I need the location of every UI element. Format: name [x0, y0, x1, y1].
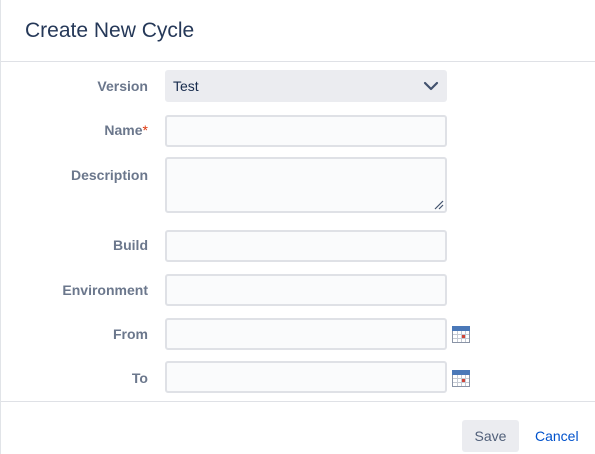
calendar-icon[interactable] — [452, 369, 470, 387]
from-label: From — [113, 326, 148, 342]
environment-label: Environment — [62, 282, 148, 298]
save-button[interactable]: Save — [462, 420, 519, 452]
build-input[interactable] — [165, 230, 447, 262]
required-asterisk: * — [142, 122, 148, 138]
dialog-header: Create New Cycle — [1, 0, 595, 62]
dialog-title: Create New Cycle — [25, 19, 195, 42]
description-textarea[interactable] — [165, 157, 447, 213]
version-selected-value: Test — [173, 78, 199, 94]
to-label: To — [131, 370, 148, 386]
version-label: Version — [97, 78, 148, 94]
calendar-icon[interactable] — [452, 325, 470, 343]
environment-input[interactable] — [165, 274, 447, 306]
name-input[interactable] — [165, 115, 447, 147]
chevron-down-icon — [423, 81, 439, 91]
build-label: Build — [113, 237, 148, 253]
from-date-input[interactable] — [165, 318, 447, 350]
version-select[interactable]: Test — [165, 70, 447, 102]
to-date-input[interactable] — [165, 361, 447, 393]
name-label-text: Name — [104, 122, 143, 138]
name-label: Name* — [104, 120, 148, 140]
description-label: Description — [70, 167, 148, 183]
resize-handle-icon[interactable] — [434, 200, 444, 210]
cancel-link[interactable]: Cancel — [535, 420, 579, 452]
create-cycle-dialog: Create New Cycle Version Test Name* Desc… — [0, 0, 595, 454]
dialog-footer: Save Cancel — [1, 401, 595, 454]
